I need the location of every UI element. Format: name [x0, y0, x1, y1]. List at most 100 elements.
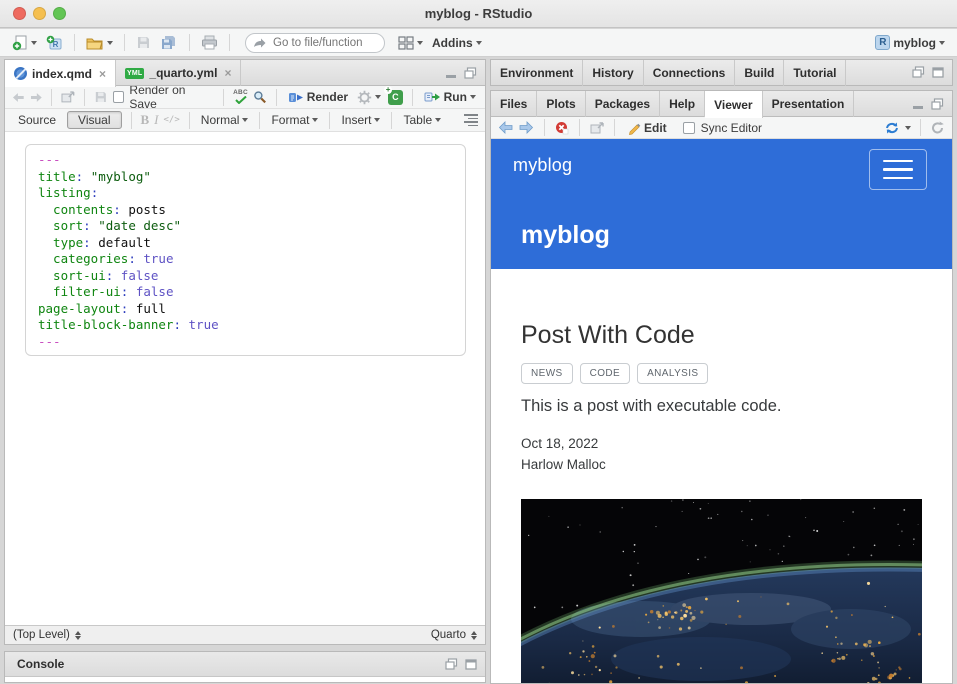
editor-tabs: index.qmd× YML _quarto.yml ×: [5, 60, 241, 85]
table-menu-label: Table: [403, 113, 432, 127]
outline-toggle-icon[interactable]: [464, 114, 478, 126]
refresh-icon[interactable]: [930, 121, 945, 135]
tab-files[interactable]: Files: [491, 91, 537, 117]
edit-label: Edit: [644, 121, 667, 135]
yml-file-icon: YML: [125, 68, 144, 79]
edit-button[interactable]: Edit: [625, 119, 669, 137]
open-viewer-new-window-icon[interactable]: [590, 122, 604, 134]
tab-build[interactable]: Build: [735, 60, 784, 86]
editor-statusbar: (Top Level) Quarto: [5, 625, 485, 644]
viewer-forward-icon[interactable]: [519, 121, 534, 134]
forward-icon[interactable]: [30, 92, 43, 103]
source-mode-button[interactable]: Source: [12, 113, 62, 127]
tab-environment[interactable]: Environment: [491, 60, 583, 86]
save-doc-icon[interactable]: [94, 90, 108, 104]
toolbar-divider: [391, 112, 392, 129]
close-icon[interactable]: ×: [99, 67, 106, 81]
restore-pane-icon[interactable]: [464, 67, 477, 79]
maximize-pane-icon[interactable]: [932, 67, 944, 78]
tab-help[interactable]: Help: [660, 91, 705, 117]
tab-packages[interactable]: Packages: [586, 91, 660, 117]
bold-button[interactable]: B: [141, 112, 150, 128]
tab--quarto-yml[interactable]: YML _quarto.yml ×: [116, 60, 241, 86]
tab-history[interactable]: History: [583, 60, 643, 86]
tab-index-qmd[interactable]: index.qmd×: [5, 60, 116, 87]
yaml-code-block[interactable]: ---title: "myblog"listing: contents: pos…: [25, 144, 466, 356]
open-file-caret-icon: [107, 41, 113, 45]
viewer-pane: FilesPlotsPackagesHelpViewerPresentation: [490, 90, 953, 684]
render-button[interactable]: Render: [286, 88, 350, 106]
console-header[interactable]: Console: [5, 652, 485, 677]
table-menu[interactable]: Table: [401, 111, 443, 129]
render-on-save-checkbox[interactable]: [113, 91, 125, 103]
minimize-window-button[interactable]: [33, 7, 46, 20]
print-button[interactable]: [199, 33, 220, 52]
sync-publish-icon[interactable]: [884, 121, 900, 135]
toolbar-divider: [74, 34, 75, 51]
language-updown-icon: [471, 631, 477, 640]
run-button[interactable]: Run: [422, 88, 478, 106]
tab-label: _quarto.yml: [149, 66, 217, 80]
toolbar-divider: [579, 119, 580, 136]
format-menu[interactable]: Format: [269, 111, 320, 129]
toolbar-divider: [189, 112, 190, 129]
new-project-icon: R: [46, 35, 63, 51]
render-settings-caret-icon: [375, 95, 381, 99]
workspace-panes-button[interactable]: [396, 34, 425, 52]
project-menu-button[interactable]: R myblog: [873, 33, 947, 52]
pencil-icon: [627, 121, 641, 135]
close-window-button[interactable]: [13, 7, 26, 20]
post-title[interactable]: Post With Code: [521, 321, 695, 350]
goto-file-input[interactable]: [245, 33, 385, 53]
language-mode-selector[interactable]: Quarto: [431, 629, 477, 641]
save-button[interactable]: [134, 33, 153, 52]
zoom-window-button[interactable]: [53, 7, 66, 20]
restore-pane-icon[interactable]: [931, 98, 944, 110]
render-settings-button[interactable]: [355, 88, 383, 107]
insert-chunk-button[interactable]: C +: [388, 90, 403, 105]
scope-selector[interactable]: (Top Level): [13, 629, 81, 641]
open-file-button[interactable]: [84, 34, 115, 52]
scope-updown-icon: [75, 631, 81, 640]
project-caret-icon: [939, 41, 945, 45]
find-icon[interactable]: [253, 90, 267, 104]
paragraph-style-dropdown[interactable]: Normal: [199, 111, 251, 129]
visual-mode-button[interactable]: Visual: [67, 111, 121, 129]
viewer-back-icon[interactable]: [498, 121, 513, 134]
stop-icon[interactable]: [555, 121, 569, 135]
insert-menu[interactable]: Insert: [339, 111, 382, 129]
italic-button[interactable]: I: [154, 112, 158, 128]
tab-tutorial[interactable]: Tutorial: [784, 60, 846, 86]
language-mode-label: Quarto: [431, 629, 466, 641]
tab-presentation[interactable]: Presentation: [763, 91, 855, 117]
hamburger-menu-button[interactable]: [869, 149, 927, 190]
environment-tabbar: EnvironmentHistoryConnectionsBuildTutori…: [491, 60, 952, 85]
open-new-window-icon[interactable]: [61, 91, 75, 103]
save-all-button[interactable]: [158, 33, 180, 53]
tab-plots[interactable]: Plots: [537, 91, 585, 117]
restore-console-icon[interactable]: [445, 658, 458, 670]
spellcheck-button[interactable]: ABC: [233, 90, 248, 105]
back-icon[interactable]: [12, 92, 25, 103]
minimize-pane-icon[interactable]: [912, 99, 924, 110]
restore-pane-icon[interactable]: [912, 66, 925, 78]
tag-news[interactable]: NEWS: [521, 363, 573, 384]
goto-file-search[interactable]: [245, 33, 385, 53]
tab-viewer[interactable]: Viewer: [705, 91, 762, 118]
new-project-button[interactable]: R: [44, 33, 65, 53]
editor-body[interactable]: ---title: "myblog"listing: contents: pos…: [5, 132, 485, 625]
sync-editor-checkbox[interactable]: [683, 122, 695, 134]
tab-connections[interactable]: Connections: [644, 60, 736, 86]
tag-code[interactable]: CODE: [580, 363, 631, 384]
maximize-console-icon[interactable]: [465, 659, 477, 670]
navbar-brand[interactable]: myblog: [513, 155, 572, 176]
sync-caret-icon[interactable]: [905, 126, 911, 130]
quarto-file-icon: [14, 67, 27, 80]
close-icon[interactable]: ×: [224, 66, 231, 80]
new-file-button[interactable]: [10, 33, 39, 53]
tag-analysis[interactable]: ANALYSIS: [637, 363, 708, 384]
addins-button[interactable]: Addins: [430, 34, 484, 52]
minimize-pane-icon[interactable]: [445, 68, 457, 79]
console-title: Console: [17, 657, 64, 671]
code-button[interactable]: </>: [164, 115, 180, 125]
